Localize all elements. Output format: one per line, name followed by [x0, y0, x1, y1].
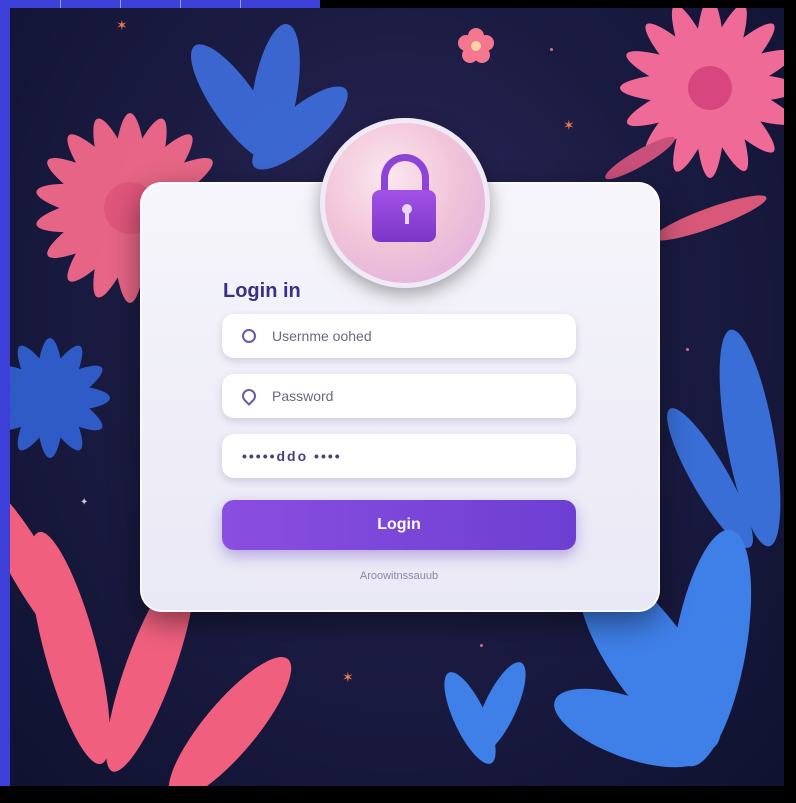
star-decoration: ✶: [342, 669, 354, 685]
footer-link[interactable]: Aroowitnssauub: [222, 570, 576, 582]
password-label-field[interactable]: Password: [222, 374, 576, 418]
sparkle-dot: [480, 644, 483, 647]
blue-leaves-right: [667, 329, 781, 548]
pink-leaf-right: [653, 195, 767, 241]
sparkle-dot: [550, 48, 553, 51]
small-pink-flower: [458, 28, 494, 63]
right-edge: [784, 0, 796, 803]
username-placeholder: Usernme oohed: [272, 328, 372, 344]
left-edge-strip: [0, 0, 10, 790]
lock-icon: [372, 190, 436, 242]
login-title: Login in: [223, 280, 301, 302]
window-frame: ✶ ✶ ✶ ✦ Login in Usernme oohed Password …: [0, 0, 796, 803]
location-pin-icon: [239, 386, 259, 406]
login-button[interactable]: Login: [222, 500, 576, 550]
blue-flower-left: [10, 338, 110, 458]
background-scene: ✶ ✶ ✶ ✦ Login in Usernme oohed Password …: [10, 8, 784, 786]
star-decoration: ✦: [80, 497, 89, 508]
password-input[interactable]: •••••ddo ••••: [222, 434, 576, 478]
star-decoration: ✶: [563, 117, 575, 133]
pink-leaf-right-2: [605, 136, 675, 180]
shield-icon: [242, 329, 256, 343]
lock-badge: [320, 118, 490, 288]
keyhole-stem: [405, 210, 409, 224]
star-decoration: ✶: [116, 17, 128, 33]
sparkle-dot: [686, 348, 689, 351]
bottom-edge: [0, 786, 796, 803]
password-value: •••••ddo ••••: [242, 448, 342, 464]
username-input[interactable]: Usernme oohed: [222, 314, 576, 358]
password-placeholder: Password: [272, 388, 334, 404]
